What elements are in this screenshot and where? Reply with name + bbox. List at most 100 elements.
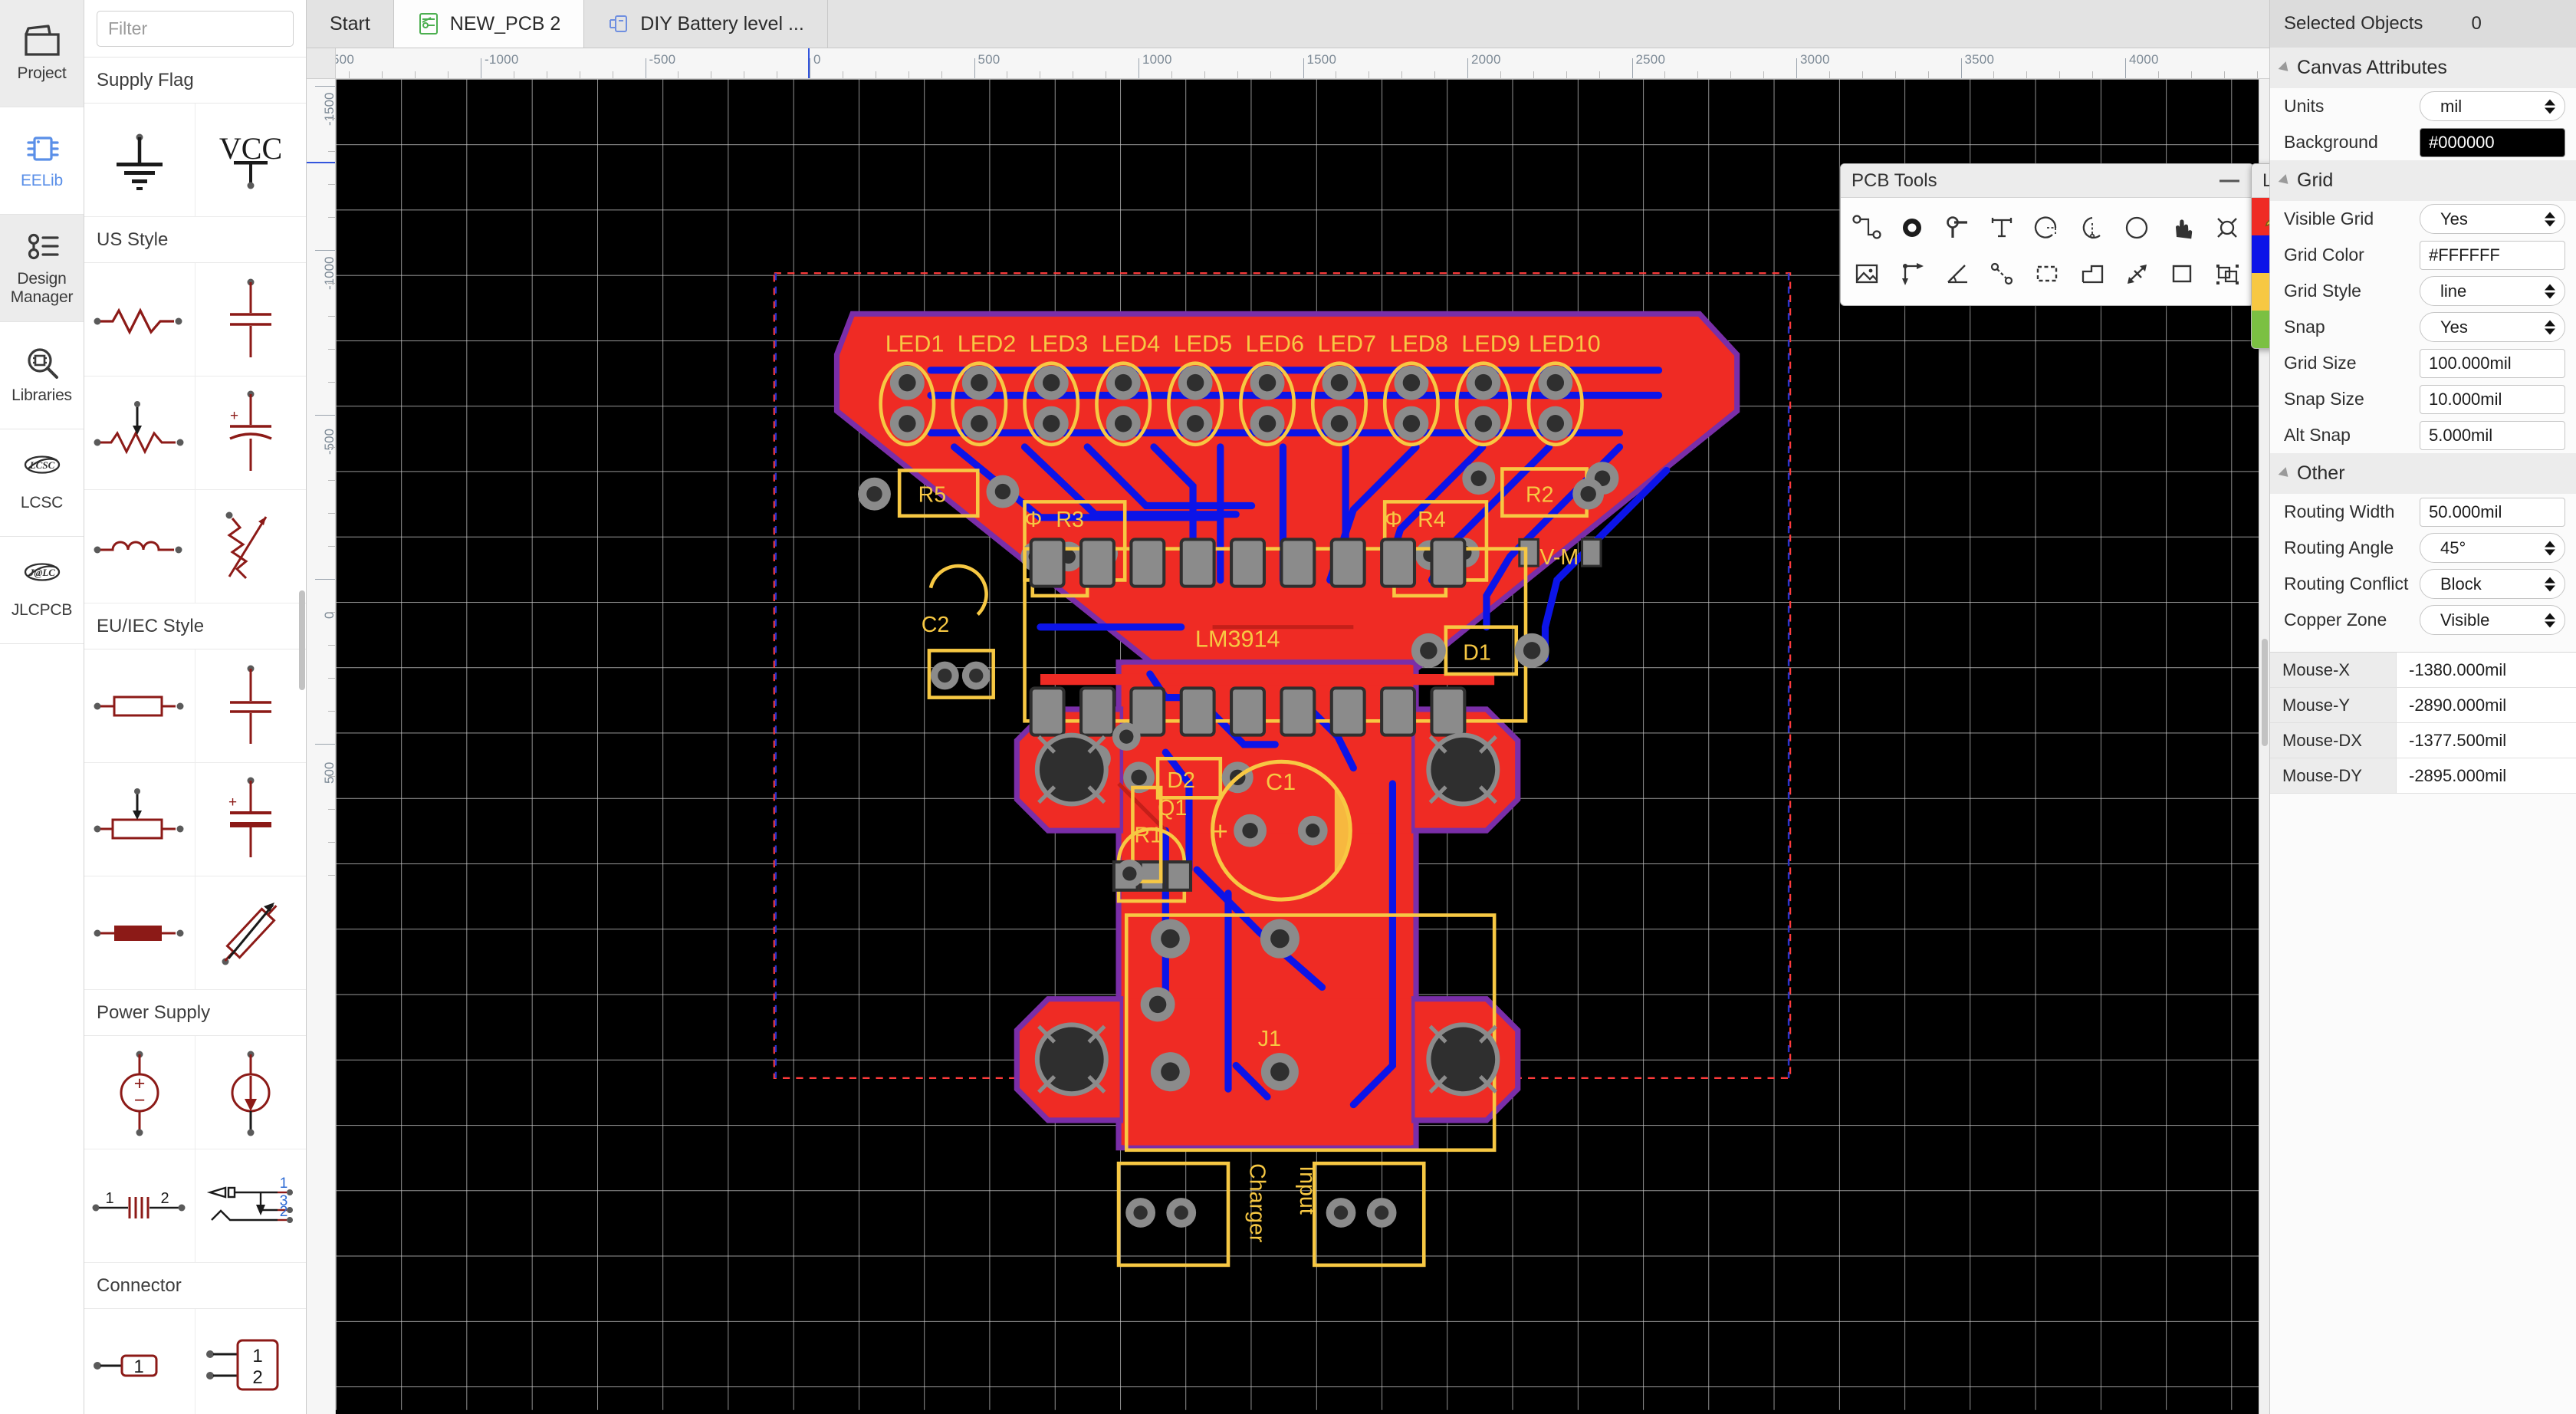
library-item-voltage-source[interactable]: + −	[84, 1036, 196, 1149]
layer-row-toplayer[interactable]: TopLayer	[2252, 198, 2269, 235]
layer-color-bottomsilklayer[interactable]	[2252, 311, 2269, 348]
library-item-resistor-eu[interactable]	[84, 649, 196, 763]
property-control[interactable]	[2420, 384, 2565, 414]
property-control[interactable]: mil	[2420, 91, 2565, 121]
background-color-input[interactable]	[2420, 127, 2565, 157]
library-item-capacitor[interactable]	[195, 263, 306, 377]
measure-tool[interactable]	[1980, 252, 2024, 296]
tab-new-pcb-2[interactable]: NEW_PCB 2	[393, 0, 585, 48]
library-item-capacitor-eu[interactable]	[195, 649, 306, 763]
solid-region-tool[interactable]	[2070, 252, 2114, 296]
layer-row-bottomlayer[interactable]: BottomLayer	[2252, 235, 2269, 273]
routing-width-input[interactable]	[2420, 497, 2565, 527]
layer-color-bottomlayer[interactable]	[2252, 235, 2269, 273]
via-tool[interactable]	[1935, 206, 1979, 250]
library-item-transformer[interactable]: 1 3 2	[195, 1149, 306, 1263]
sidebar-item-project[interactable]: Project	[0, 0, 84, 107]
routing-conflict-select[interactable]: Block	[2420, 569, 2565, 599]
sidebar-item-jlcpcb[interactable]: J@LC JLCPCB	[0, 537, 84, 644]
library-scroll-area[interactable]: Supply Flag VCC US Style + EU/IEC Style …	[84, 58, 306, 1414]
grid-size-input[interactable]	[2420, 348, 2565, 378]
visible-grid-select[interactable]: Yes	[2420, 204, 2565, 234]
property-control[interactable]	[2420, 240, 2565, 270]
horizontal-ruler[interactable]: -1500 -1000 -500 0 500 1000 1500 2000 2500 3000 35…	[336, 48, 2269, 79]
arc-tool[interactable]	[2026, 206, 2069, 250]
sidebar-item-lcsc[interactable]: LCSC LCSC	[0, 429, 84, 537]
grid-style-select[interactable]: line	[2420, 276, 2565, 306]
property-control[interactable]: line	[2420, 276, 2565, 306]
filter-input[interactable]	[97, 11, 294, 47]
snap-select[interactable]: Yes	[2420, 312, 2565, 342]
grid-color-input[interactable]	[2420, 240, 2565, 270]
library-item-inductor-eu[interactable]	[84, 876, 196, 990]
length-tune-tool[interactable]	[2115, 252, 2159, 296]
track-tool[interactable]	[1845, 206, 1889, 250]
library-grid: 1 1 2	[84, 1309, 306, 1414]
property-control[interactable]	[2420, 127, 2565, 157]
image-tool[interactable]	[1845, 252, 1889, 296]
pcb-canvas-wrapper[interactable]: LED1 LED2 LED3 LED4 LED5 LED6 LED7 LED8 …	[336, 79, 2269, 1414]
library-item-vcc[interactable]: VCC	[195, 104, 306, 217]
section-header-grid[interactable]: Grid	[2270, 160, 2576, 201]
hole-tool[interactable]	[2205, 206, 2249, 250]
pad-tool[interactable]	[1891, 206, 1934, 250]
layer-row-bottomsilklayer[interactable]: BottomSilkLayer	[2252, 311, 2269, 348]
library-scrollbar[interactable]	[299, 590, 305, 690]
drag-tool[interactable]	[2160, 206, 2204, 250]
panelize-tool[interactable]	[2205, 252, 2249, 296]
property-control[interactable]: Block	[2420, 569, 2565, 599]
ruler-tick-minor	[1500, 71, 1501, 78]
property-control[interactable]	[2420, 348, 2565, 378]
scrollbar-thumb[interactable]	[2262, 639, 2268, 746]
layer-row-topsilklayer[interactable]: TopSilkLayer	[2252, 273, 2269, 311]
snap-size-input[interactable]	[2420, 384, 2565, 414]
angle-tool[interactable]	[1935, 252, 1979, 296]
magnifier-chip-icon	[22, 346, 62, 381]
layer-color-topsilklayer[interactable]	[2252, 273, 2269, 311]
library-item-capacitor-polar-eu[interactable]: +	[195, 763, 306, 876]
sidebar-item-design-manager[interactable]: Design Manager	[0, 215, 84, 322]
pcb-tools-panel[interactable]: PCB Tools	[1840, 163, 2254, 306]
property-control[interactable]: Visible	[2420, 605, 2565, 635]
library-item-battery[interactable]: 1 2	[84, 1149, 196, 1263]
library-item-potentiometer-us[interactable]	[84, 377, 196, 490]
rect-tool[interactable]	[2160, 252, 2204, 296]
property-control[interactable]: Yes	[2420, 312, 2565, 342]
library-item-current-source[interactable]	[195, 1036, 306, 1149]
library-item-gnd[interactable]	[84, 104, 196, 217]
sidebar-item-eelib[interactable]: EELib	[0, 107, 84, 215]
copper-area-tool[interactable]	[2026, 252, 2069, 296]
layers-panel[interactable]: Layers	[2251, 163, 2269, 349]
circle-tool[interactable]	[2115, 206, 2159, 250]
property-control[interactable]	[2420, 497, 2565, 527]
property-control[interactable]	[2420, 420, 2565, 450]
library-item-capacitor-polar[interactable]: +	[195, 377, 306, 490]
library-item-resistor-us[interactable]	[84, 263, 196, 377]
routing-angle-select[interactable]: 45°	[2420, 533, 2565, 563]
alt-snap-input[interactable]	[2420, 420, 2565, 450]
arc-ccw-tool[interactable]	[2070, 206, 2114, 250]
vertical-ruler[interactable]: -3000-2500-2000-1500-1000-5000500	[307, 79, 336, 1414]
tab-diy-battery-level[interactable]: DIY Battery level ...	[584, 0, 828, 48]
component-library-panel: Supply Flag VCC	[84, 0, 307, 1414]
minimize-icon[interactable]	[2216, 168, 2242, 194]
layer-color-toplayer[interactable]	[2252, 198, 2269, 235]
property-control[interactable]: 45°	[2420, 533, 2565, 563]
copper-zone-select[interactable]: Visible	[2420, 605, 2565, 635]
library-item-inductor[interactable]	[84, 490, 196, 603]
units-select[interactable]: mil	[2420, 91, 2565, 121]
library-item-resistor-variable[interactable]	[195, 490, 306, 603]
sidebar-item-libraries[interactable]: Libraries	[0, 322, 84, 429]
library-item-potentiometer-eu[interactable]	[84, 763, 196, 876]
property-control[interactable]: Yes	[2420, 204, 2565, 234]
ruler-label: 2000	[1471, 52, 1501, 67]
library-item-connector-2pin[interactable]: 1 2	[195, 1309, 306, 1414]
dimension-tool[interactable]	[1891, 252, 1934, 296]
tab-start[interactable]: Start	[307, 0, 394, 48]
ruler-tick-minor	[1171, 71, 1172, 78]
library-item-connector-1pin[interactable]: 1	[84, 1309, 196, 1414]
section-header-other[interactable]: Other	[2270, 453, 2576, 494]
library-item-resistor-variable-eu[interactable]	[195, 876, 306, 990]
section-header-canvas-attributes[interactable]: Canvas Attributes	[2270, 48, 2576, 88]
text-tool[interactable]	[1980, 206, 2024, 250]
